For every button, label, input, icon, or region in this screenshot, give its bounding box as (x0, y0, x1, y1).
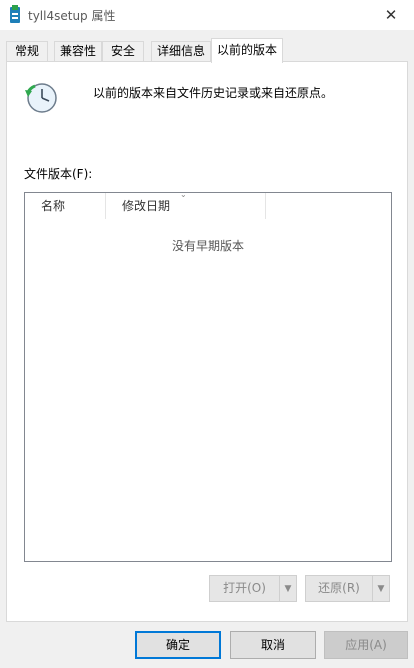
empty-list-message: 没有早期版本 (171, 239, 244, 253)
open-dropdown-button[interactable]: ▼ (279, 576, 296, 601)
restore-button[interactable]: 还原(R) (306, 576, 372, 601)
column-separator[interactable] (265, 193, 266, 219)
chevron-down-icon: ▼ (377, 583, 385, 594)
tab-general[interactable]: 常规 (6, 41, 48, 62)
panel-description: 以前的版本来自文件历史记录或来自还原点。 (93, 86, 334, 100)
open-button[interactable]: 打开(O) (210, 576, 279, 601)
open-split-button[interactable]: 打开(O) ▼ (209, 575, 297, 602)
close-icon: ✕ (384, 6, 398, 24)
tab-compatibility[interactable]: 兼容性 (54, 41, 102, 62)
apply-button[interactable]: 应用(A) (324, 631, 408, 659)
sort-arrow-icon: ⌄ (180, 190, 187, 199)
tab-details[interactable]: 详细信息 (151, 41, 211, 62)
tab-security[interactable]: 安全 (102, 41, 144, 62)
restore-split-button[interactable]: 还原(R) ▼ (305, 575, 390, 602)
close-button[interactable]: ✕ (368, 0, 414, 30)
clock-restore-icon (25, 83, 57, 113)
file-versions-label: 文件版本(F): (24, 167, 93, 181)
tab-previous-versions[interactable]: 以前的版本 (211, 38, 283, 63)
chevron-down-icon: ▼ (284, 583, 292, 594)
file-versions-list[interactable]: 名称 修改日期 ⌄ 没有早期版本 (24, 190, 392, 562)
column-header-name[interactable]: 名称 (25, 193, 105, 219)
cancel-button[interactable]: 取消 (230, 631, 316, 659)
title-bar: tyll4setup 属性 ✕ (0, 0, 414, 30)
setup-package-icon (10, 5, 20, 23)
restore-dropdown-button[interactable]: ▼ (372, 576, 389, 601)
window-title: tyll4setup 属性 (28, 9, 116, 23)
ok-button[interactable]: 确定 (135, 631, 221, 659)
previous-versions-panel: 以前的版本来自文件历史记录或来自还原点。 文件版本(F): 名称 修改日期 ⌄ … (6, 61, 408, 622)
